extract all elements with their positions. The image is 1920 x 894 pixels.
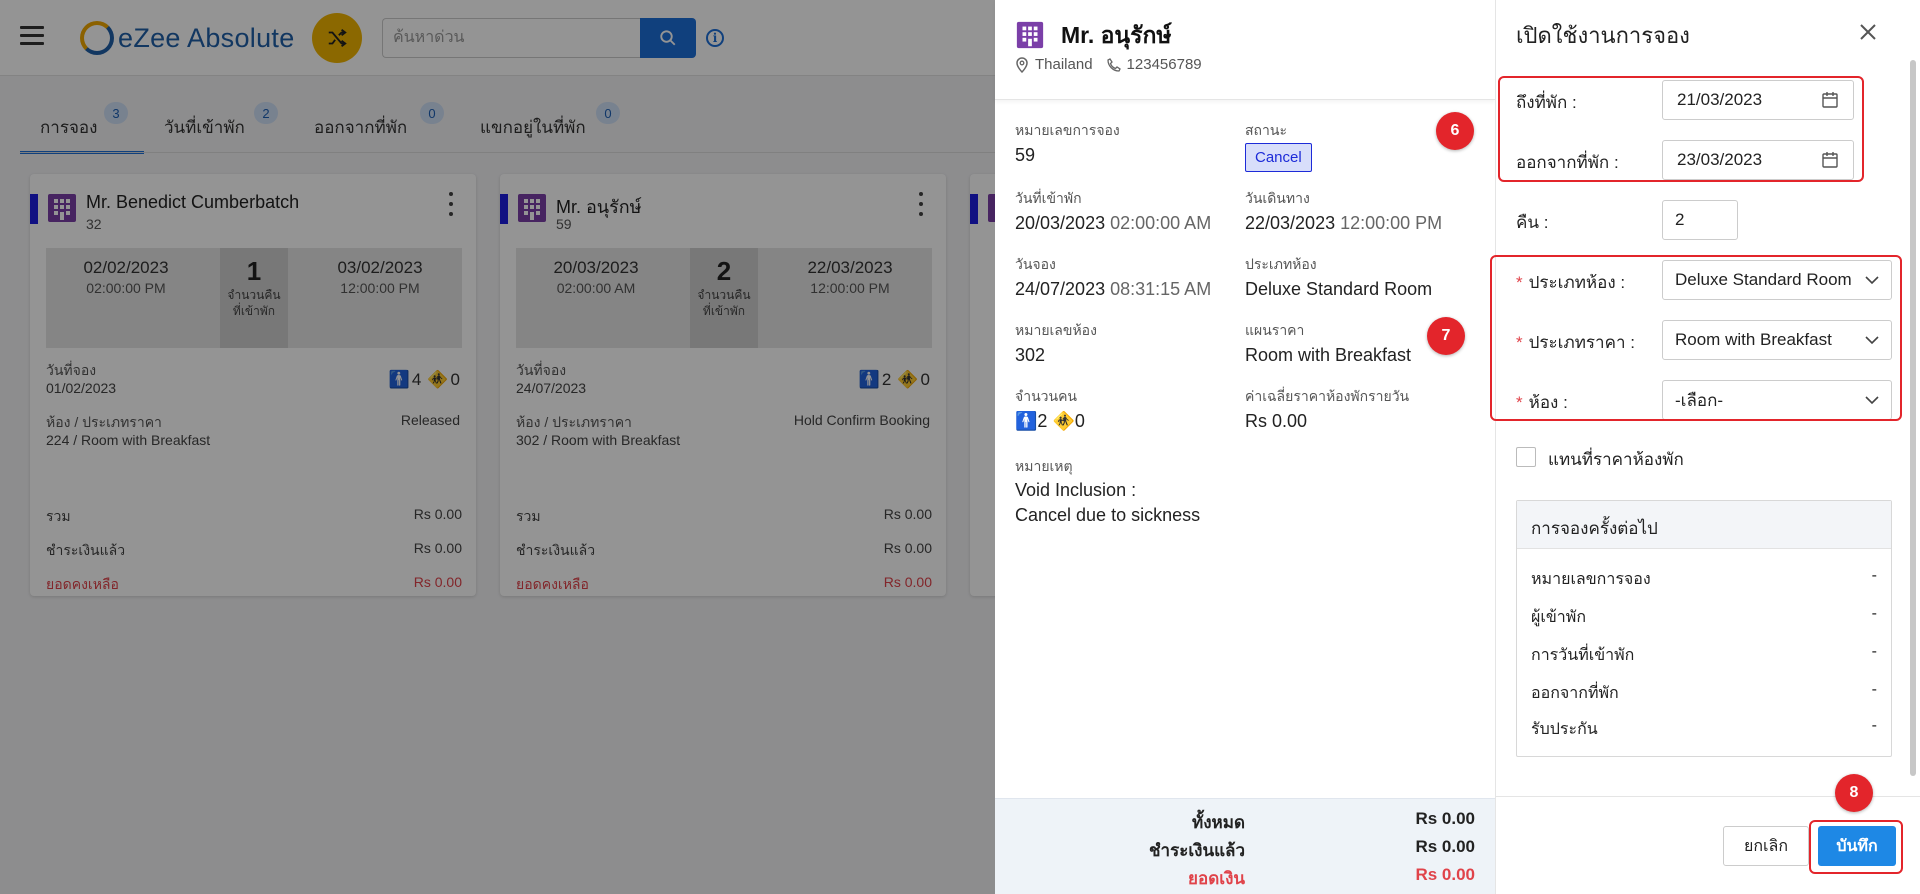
arrival-time: 02:00:00 AM [1110, 213, 1212, 233]
row-label: ผู้เข้าพัก [1531, 609, 1586, 626]
next-booking-row: หมายเลขการจอง - [1531, 567, 1877, 592]
booking-time: 08:31:15 AM [1110, 279, 1212, 299]
location-pin-icon [1016, 56, 1028, 73]
nights-label: คืน : [1516, 213, 1549, 232]
guest-country: Thailand [1035, 56, 1093, 73]
guest-name: Mr. อนุรักษ์ [1061, 22, 1172, 48]
room-type-value: Deluxe Standard Room [1245, 279, 1433, 299]
booking-date-label: วันจอง [1015, 256, 1056, 272]
rate-plan-label: แผนราคา [1245, 322, 1305, 338]
summary-total-value: Rs 0.00 [1415, 809, 1475, 828]
next-booking-row: ออกจากที่พัก - [1531, 681, 1877, 706]
summary-balance-label: ยอดเงิน [1188, 869, 1245, 888]
highlight-room-fields [1490, 255, 1902, 421]
guest-phone: 123456789 [1126, 56, 1202, 73]
guest-meta: Thailand 123456789 [1015, 56, 1202, 73]
panel-title: เปิดใช้งานการจอง [1516, 23, 1690, 48]
pax-label: จำนวนคน [1015, 388, 1078, 404]
nights-input[interactable]: 2 [1662, 200, 1738, 240]
summary-paid-value: Rs 0.00 [1415, 837, 1475, 856]
row-label: รับประกัน [1531, 721, 1598, 738]
next-booking-row: รับประกัน - [1531, 717, 1877, 742]
highlight-save [1809, 820, 1903, 874]
booking-detail-drawer: Mr. อนุรักษ์ Thailand 123456789 หมายเลขก… [995, 0, 1495, 894]
row-value: - [1871, 717, 1877, 734]
row-value: - [1871, 605, 1877, 622]
arrival-date: 20/03/2023 [1015, 213, 1106, 233]
remark-label: หมายเหตุ [1015, 458, 1073, 474]
avg-rate-label: ค่าเฉลี่ยราคาห้องพักรายวัน [1245, 388, 1410, 404]
step-marker-6: 6 [1436, 112, 1474, 150]
override-rate-label: แทนที่ราคาห้องพัก [1548, 450, 1684, 469]
override-rate-checkbox[interactable] [1516, 447, 1536, 467]
close-icon[interactable] [1856, 20, 1880, 44]
pax-value: 🚹2 🚸0 [1015, 411, 1085, 432]
room-type-label: ประเภทห้อง [1245, 256, 1317, 272]
nights-value: 2 [1675, 210, 1685, 229]
child-count: 0 [1074, 411, 1085, 431]
arrival-value: 20/03/2023 02:00:00 AM [1015, 213, 1211, 234]
row-value: - [1871, 681, 1877, 698]
row-value: - [1871, 567, 1877, 584]
room-no-label: หมายเลขห้อง [1015, 322, 1097, 338]
booking-no-value: 59 [1015, 145, 1036, 165]
adult-count: 2 [1037, 411, 1048, 431]
remark-line-1: Void Inclusion : [1015, 480, 1137, 500]
child-icon: 🚸 [1052, 411, 1075, 431]
cancel-button[interactable]: ยกเลิก [1723, 826, 1809, 866]
booking-no-label: หมายเลขการจอง [1015, 122, 1120, 138]
arrival-label: วันที่เข้าพัก [1015, 190, 1082, 206]
status-badge: Cancel [1245, 143, 1312, 172]
detail-header: Mr. อนุรักษ์ Thailand 123456789 [995, 0, 1495, 100]
departure-value: 22/03/2023 12:00:00 PM [1245, 213, 1442, 234]
remark-line-2: Cancel due to sickness [1015, 505, 1201, 525]
summary-paid-label: ชำระเงินแล้ว [1149, 841, 1245, 860]
booking-date-value: 24/07/2023 08:31:15 AM [1015, 279, 1211, 300]
adult-icon: 🚹 [1015, 411, 1038, 431]
row-label: หมายเลขการจอง [1531, 571, 1651, 588]
phone-icon [1106, 57, 1121, 72]
building-icon [1016, 21, 1044, 49]
next-booking-row: การวันที่เข้าพัก - [1531, 643, 1877, 668]
summary-total-label: ทั้งหมด [1192, 813, 1245, 832]
step-marker-7: 7 [1427, 317, 1465, 355]
next-booking-box: การจองครั้งต่อไป หมายเลขการจอง - ผู้เข้าพ… [1516, 500, 1892, 757]
row-value: - [1871, 643, 1877, 660]
detail-summary: ทั้งหมด Rs 0.00 ชำระเงินแล้ว Rs 0.00 ยอดเง… [995, 798, 1495, 894]
status-label: สถานะ [1245, 122, 1287, 138]
highlight-dates [1498, 76, 1864, 182]
rate-plan-value: Room with Breakfast [1245, 345, 1412, 365]
row-label: การวันที่เข้าพัก [1531, 647, 1635, 664]
avg-rate-value: Rs 0.00 [1245, 411, 1308, 431]
summary-balance-value: Rs 0.00 [1415, 865, 1475, 884]
room-no-value: 302 [1015, 345, 1046, 365]
booking-date: 24/07/2023 [1015, 279, 1106, 299]
next-booking-title: การจองครั้งต่อไป [1517, 501, 1891, 549]
departure-date: 22/03/2023 [1245, 213, 1336, 233]
step-marker-8: 8 [1835, 774, 1873, 812]
next-booking-row: ผู้เข้าพัก - [1531, 605, 1877, 630]
departure-time: 12:00:00 PM [1340, 213, 1443, 233]
departure-label: วันเดินทาง [1245, 190, 1310, 206]
panel-scrollbar[interactable] [1910, 60, 1916, 776]
row-label: ออกจากที่พัก [1531, 685, 1619, 702]
